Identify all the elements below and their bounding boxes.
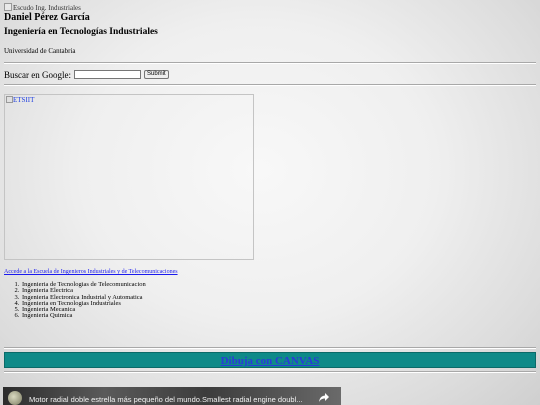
author-name: Daniel Pérez García [4, 12, 90, 23]
degree-list: Ingenieria de Tecnologias de Telecomunic… [4, 281, 536, 320]
search-label: Buscar en Google: [4, 69, 71, 80]
divider [4, 346, 536, 349]
divider [4, 84, 536, 86]
shield-logo-image: Escudo Ing. Industriales [4, 3, 536, 12]
canvas-banner: Dibuja con CANVAS [4, 351, 536, 368]
share-arrow-icon[interactable] [319, 393, 329, 404]
etsiit-image-alt: ETSIIT [13, 96, 35, 104]
list-item: Ingenieria Quimica [21, 313, 536, 320]
etsiit-link[interactable]: Accede a la Escuela de Ingenieros Indust… [4, 268, 536, 276]
search-input[interactable] [73, 70, 141, 79]
channel-avatar[interactable] [8, 391, 22, 405]
shield-logo-alt: Escudo Ing. Industriales [13, 4, 81, 12]
university-text: Universidad de Cantabria [4, 47, 76, 55]
youtube-video-embed[interactable]: Motor radial doble estrella más pequeño … [3, 387, 341, 405]
divider [4, 370, 536, 373]
broken-image-icon [4, 3, 12, 11]
google-search-form: Buscar en Google: Submit [4, 69, 536, 80]
divider [4, 62, 536, 64]
broken-image-icon [6, 96, 13, 103]
submit-button[interactable]: Submit [143, 70, 169, 79]
etsiit-image[interactable]: ETSIIT [4, 94, 254, 260]
video-title[interactable]: Motor radial doble estrella más pequeño … [29, 395, 309, 404]
page: Escudo Ing. Industriales Daniel Pérez Ga… [4, 3, 536, 373]
degree-title: Ingeniería en Tecnologías Industriales [4, 27, 158, 37]
canvas-link[interactable]: Dibuja con CANVAS [221, 355, 320, 367]
